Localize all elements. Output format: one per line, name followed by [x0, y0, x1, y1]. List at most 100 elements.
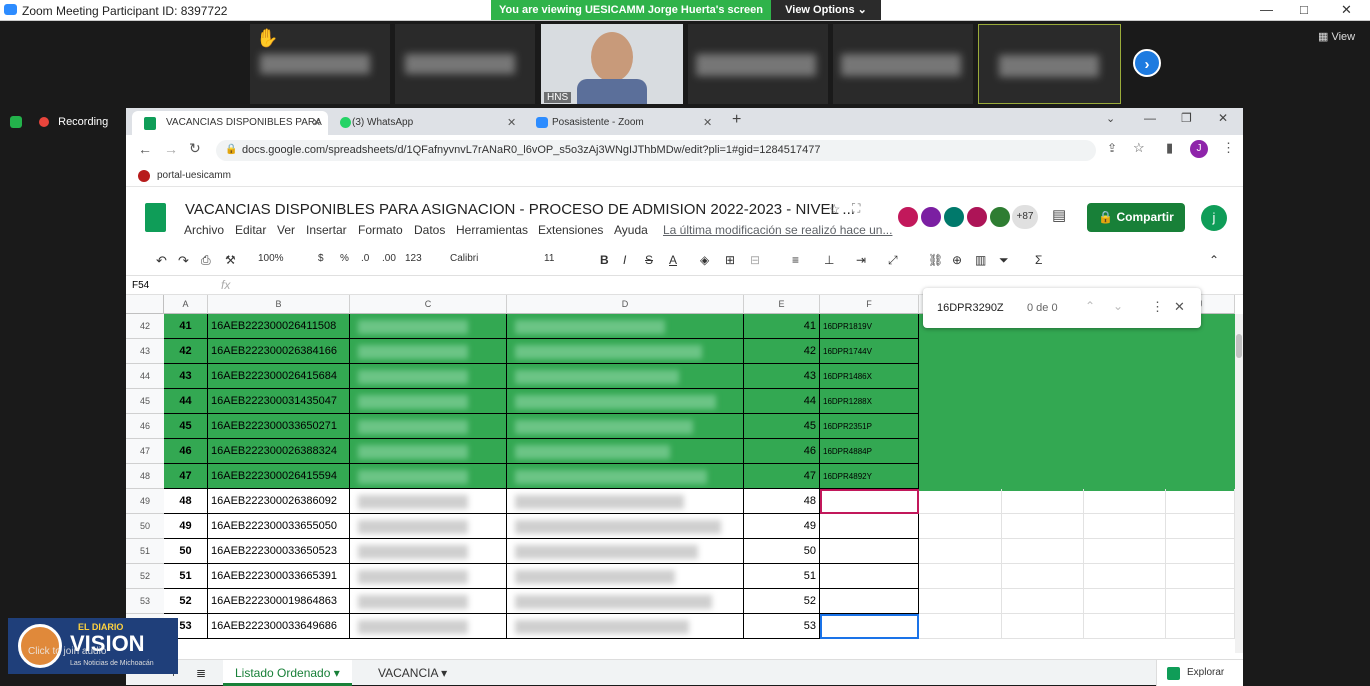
text-rotation-icon[interactable]: ⤢	[888, 253, 898, 268]
table-cell-c[interactable]	[350, 414, 507, 439]
table-cell-d[interactable]	[507, 614, 744, 639]
collaborator-avatar[interactable]	[988, 205, 1012, 229]
empty-cell[interactable]	[1084, 614, 1166, 639]
row-header[interactable]: 46	[126, 414, 164, 439]
table-cell-c[interactable]	[350, 564, 507, 589]
tab-zoom[interactable]: Posasistente - Zoom	[526, 111, 720, 135]
table-cell-c[interactable]	[350, 314, 507, 339]
row-header[interactable]: 50	[126, 514, 164, 539]
tab-close-icon[interactable]: ✕	[507, 116, 516, 129]
column-header-c[interactable]: C	[350, 295, 507, 314]
star-icon[interactable]: ☆	[828, 201, 841, 218]
table-cell-c[interactable]	[350, 589, 507, 614]
decrease-decimals[interactable]: .0	[361, 253, 369, 264]
tab-sheets[interactable]: VACANCIAS DISPONIBLES PARA	[132, 111, 328, 135]
reload-icon[interactable]: ↻	[189, 140, 201, 157]
find-prev-icon[interactable]: ⌃	[1085, 299, 1095, 313]
spreadsheet-grid[interactable]: A B C D E F J 424116AEB22230002641150841…	[126, 295, 1243, 653]
table-cell-e[interactable]: 44	[744, 389, 820, 414]
bookmark-portal[interactable]: portal-uesicamm	[157, 170, 231, 181]
menu-datos[interactable]: Datos	[414, 223, 445, 237]
fill-color-icon[interactable]: ◈	[700, 253, 709, 267]
table-cell-c[interactable]	[350, 389, 507, 414]
row-header[interactable]: 49	[126, 489, 164, 514]
menu-archivo[interactable]: Archivo	[184, 223, 224, 237]
find-close-icon[interactable]: ✕	[1174, 299, 1185, 315]
table-cell-c[interactable]	[350, 539, 507, 564]
share-button[interactable]: 🔒 Compartir	[1087, 203, 1185, 232]
comments-icon[interactable]: ▤	[1052, 206, 1066, 224]
table-cell-a[interactable]: 51	[164, 564, 208, 589]
tab-whatsapp[interactable]: (3) WhatsApp	[330, 111, 524, 135]
bookmark-star-icon[interactable]: ☆	[1133, 140, 1145, 156]
zoom-select[interactable]: 100%	[258, 253, 284, 264]
next-page-button[interactable]: ›	[1133, 49, 1161, 77]
empty-cell[interactable]	[1084, 489, 1166, 514]
scrollbar-thumb[interactable]	[1236, 334, 1242, 358]
table-cell-e[interactable]: 45	[744, 414, 820, 439]
table-cell-c[interactable]	[350, 439, 507, 464]
table-cell-a[interactable]: 42	[164, 339, 208, 364]
table-cell-b[interactable]: 16AEB222300033650271	[208, 414, 350, 439]
link-icon[interactable]: ⛓	[928, 253, 943, 267]
table-cell-e[interactable]: 49	[744, 514, 820, 539]
table-cell-e[interactable]: 52	[744, 589, 820, 614]
empty-cell[interactable]	[919, 514, 1002, 539]
collaborator-avatar[interactable]	[965, 205, 989, 229]
bold-icon[interactable]: B	[600, 253, 609, 267]
empty-cell[interactable]	[919, 489, 1002, 514]
column-header-a[interactable]: A	[164, 295, 208, 314]
table-cell-f[interactable]	[820, 564, 919, 589]
table-cell-f[interactable]: 16DPR1819V	[820, 314, 919, 339]
table-cell-a[interactable]: 43	[164, 364, 208, 389]
share-page-icon[interactable]: ⇪	[1107, 141, 1117, 155]
tab-close-icon[interactable]: ✕	[312, 116, 321, 129]
table-cell-b[interactable]: 16AEB222300033665391	[208, 564, 350, 589]
empty-cell[interactable]	[1084, 539, 1166, 564]
currency-format[interactable]: $	[318, 253, 324, 264]
table-cell-e[interactable]: 48	[744, 489, 820, 514]
sheets-logo-icon[interactable]	[145, 203, 166, 232]
table-cell-e[interactable]: 46	[744, 439, 820, 464]
participant-tile[interactable]	[688, 24, 828, 104]
table-cell-e[interactable]: 47	[744, 464, 820, 489]
table-cell-c[interactable]	[350, 489, 507, 514]
table-cell-d[interactable]	[507, 314, 744, 339]
functions-icon[interactable]: Σ	[1035, 253, 1042, 267]
side-panel-icon[interactable]: ▮	[1166, 140, 1173, 156]
table-cell-d[interactable]	[507, 439, 744, 464]
all-sheets-icon[interactable]: ≣	[184, 660, 218, 686]
empty-cell[interactable]	[1002, 489, 1084, 514]
table-cell-d[interactable]	[507, 414, 744, 439]
find-next-icon[interactable]: ⌄	[1113, 299, 1123, 313]
empty-cell[interactable]	[1166, 589, 1235, 614]
menu-extensiones[interactable]: Extensiones	[538, 223, 603, 237]
empty-cell[interactable]	[1166, 614, 1235, 639]
empty-cell[interactable]	[919, 539, 1002, 564]
table-cell-b[interactable]: 16AEB222300019864863	[208, 589, 350, 614]
table-cell-f[interactable]: 16DPR4884P	[820, 439, 919, 464]
table-cell-b[interactable]: 16AEB222300026411508	[208, 314, 350, 339]
empty-cell[interactable]	[1084, 589, 1166, 614]
participant-tile[interactable]	[395, 24, 535, 104]
row-header[interactable]: 52	[126, 564, 164, 589]
text-color-icon[interactable]: A	[669, 253, 677, 267]
table-cell-a[interactable]: 49	[164, 514, 208, 539]
percent-format[interactable]: %	[340, 253, 349, 264]
table-cell-b[interactable]: 16AEB222300033649686	[208, 614, 350, 639]
empty-cell[interactable]	[919, 614, 1002, 639]
table-cell-c[interactable]	[350, 364, 507, 389]
tab-search-icon[interactable]: ⌄	[1106, 112, 1115, 125]
table-cell-b[interactable]: 16AEB222300026415594	[208, 464, 350, 489]
table-cell-b[interactable]: 16AEB222300026388324	[208, 439, 350, 464]
maximize-icon[interactable]: □	[1300, 2, 1308, 17]
table-cell-a[interactable]: 47	[164, 464, 208, 489]
table-cell-a[interactable]: 46	[164, 439, 208, 464]
empty-cell[interactable]	[1002, 589, 1084, 614]
row-header[interactable]: 53	[126, 589, 164, 614]
table-cell-d[interactable]	[507, 389, 744, 414]
empty-cell[interactable]	[1166, 564, 1235, 589]
view-options-button[interactable]: View Options ⌄	[771, 0, 881, 20]
empty-cell[interactable]	[1002, 614, 1084, 639]
empty-cell[interactable]	[1166, 489, 1235, 514]
